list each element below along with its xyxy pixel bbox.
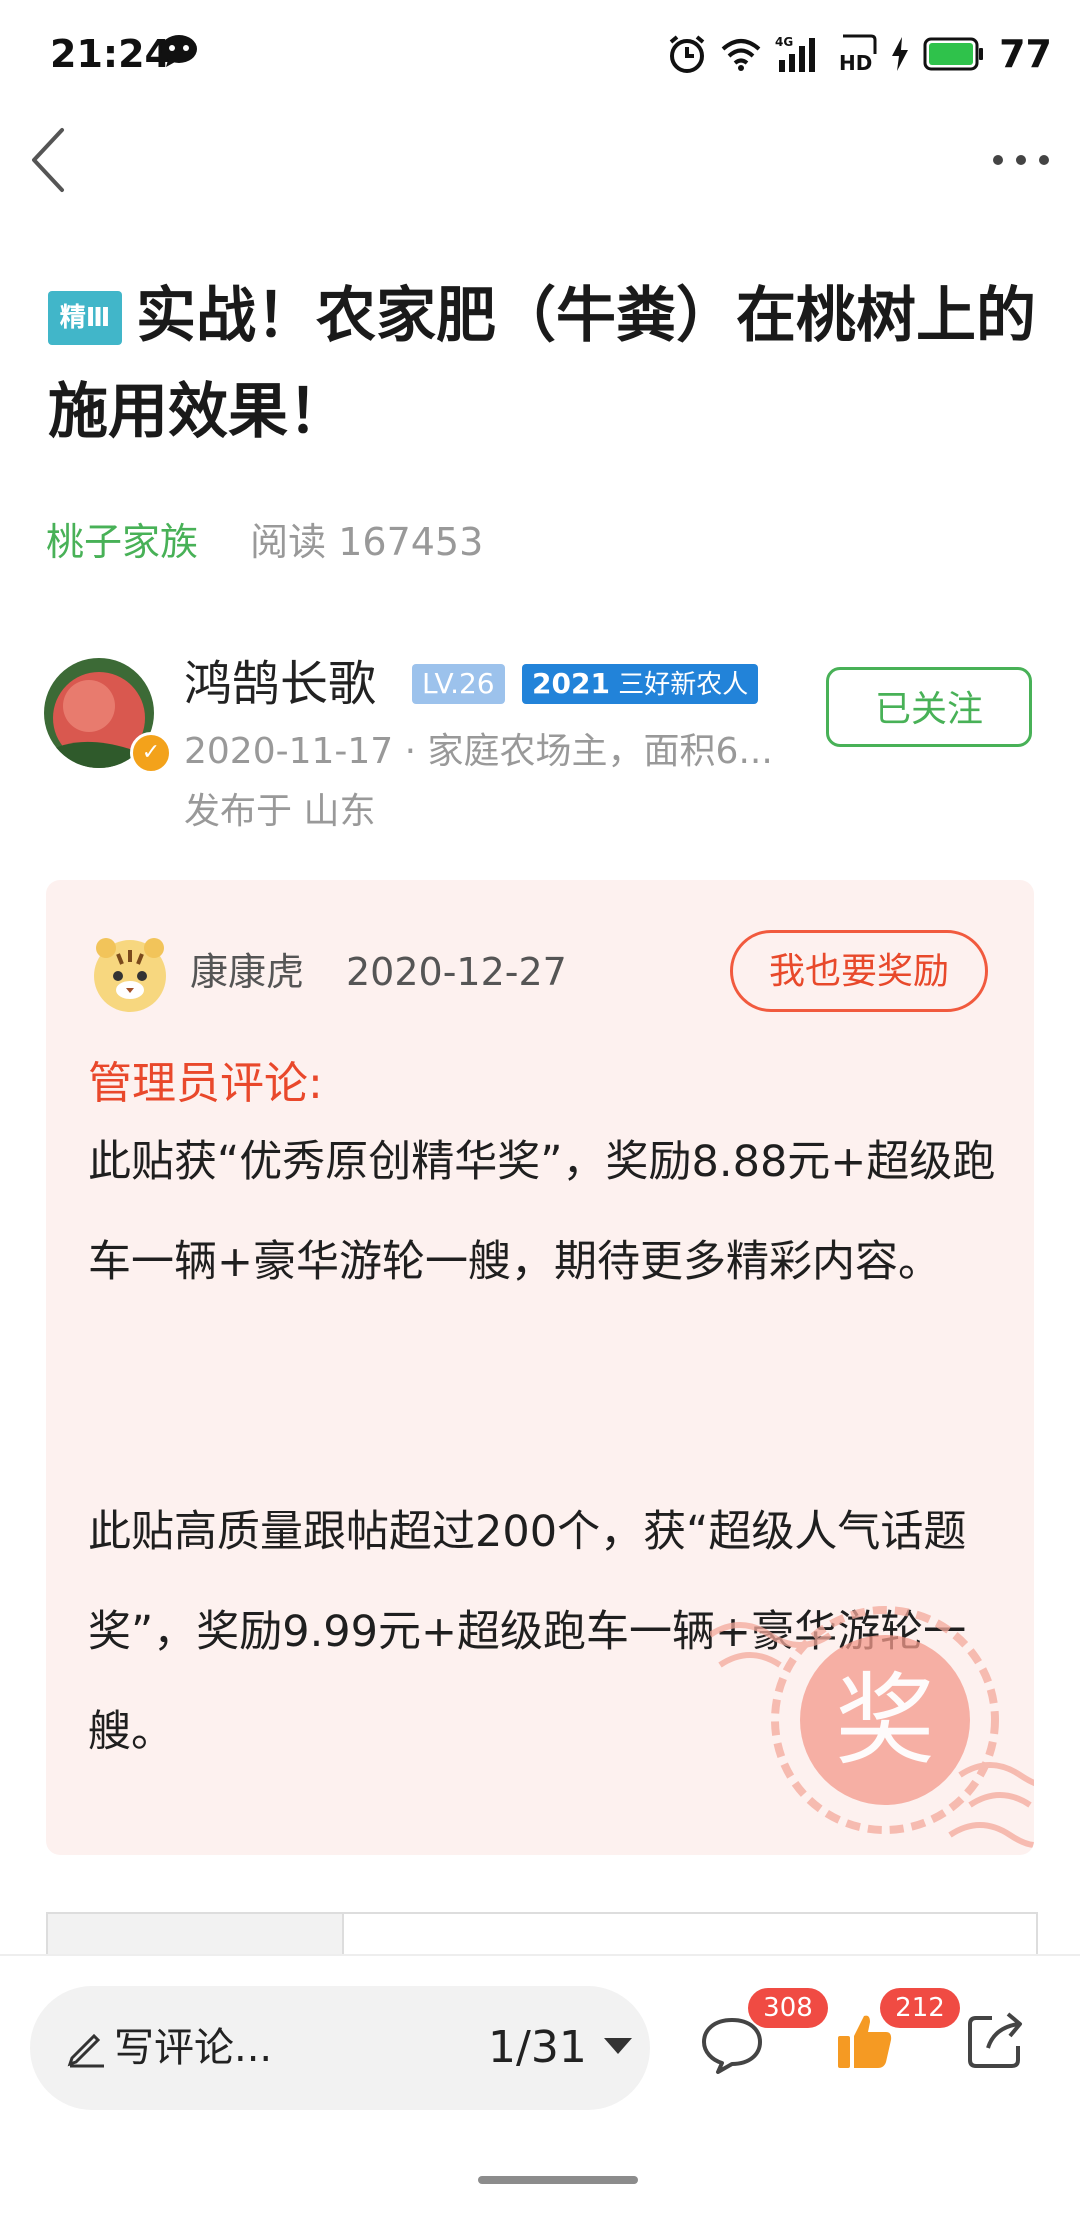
follow-button[interactable]: 已关注 bbox=[826, 667, 1032, 747]
bottom-action-bar: 写评论... 1/31 308 212 bbox=[0, 1954, 1080, 2234]
page-indicator[interactable]: 1/31 bbox=[488, 2014, 587, 2082]
comment-count-badge: 308 bbox=[748, 1988, 828, 2028]
status-icons: 4G HD 77 bbox=[667, 28, 1052, 80]
read-count: 167453 bbox=[338, 520, 484, 564]
alarm-icon bbox=[669, 35, 705, 73]
admin-comment-label: 管理员评论: bbox=[88, 1058, 323, 1109]
cellular-signal-icon: 4G bbox=[775, 35, 816, 72]
award-stamp-icon: 奖 bbox=[710, 1606, 1034, 1848]
back-arrow-icon[interactable] bbox=[26, 120, 86, 200]
more-options-icon[interactable] bbox=[986, 130, 1056, 190]
topic-tag[interactable]: 桃子家族 bbox=[46, 520, 198, 564]
comment-placeholder: 写评论... bbox=[114, 2025, 273, 2071]
wifi-icon bbox=[721, 39, 761, 71]
level-badge: LV.26 bbox=[412, 664, 505, 704]
read-count-block: 阅读 167453 bbox=[250, 520, 483, 564]
admin-comment-card: 康康虎 2020-12-27 我也要奖励 管理员评论: 此贴获“优秀原创精华奖”… bbox=[46, 880, 1034, 1855]
post-title: 实战！农家肥（牛粪）在桃树上的施用效果！ bbox=[48, 281, 1036, 447]
author-meta: 2020-11-17 · 家庭农场主，面积6... bbox=[184, 731, 773, 772]
reward-button[interactable]: 我也要奖励 bbox=[730, 930, 988, 1012]
essence-badge: 精Ⅲ bbox=[48, 291, 122, 345]
admin-comment-date: 2020-12-27 bbox=[346, 950, 567, 994]
post-title-block: 精Ⅲ 实战！农家肥（牛粪）在桃树上的施用效果！ bbox=[48, 268, 1038, 460]
chevron-down-icon[interactable] bbox=[604, 2038, 632, 2054]
post-meta: 桃子家族 阅读 167453 bbox=[46, 512, 483, 572]
battery-icon bbox=[923, 37, 984, 71]
battery-level: 77 bbox=[999, 32, 1052, 76]
like-count-badge: 212 bbox=[880, 1988, 960, 2028]
author-name[interactable]: 鸿鹄长歌 bbox=[184, 652, 376, 716]
stamp-text: 奖 bbox=[835, 1662, 935, 1779]
tiger-avatar bbox=[94, 938, 166, 1012]
network-type-label: 4G bbox=[775, 35, 793, 49]
comment-input[interactable]: 写评论... 1/31 bbox=[30, 1986, 650, 2110]
status-time: 21:24 bbox=[50, 32, 171, 76]
honor-text: 三好新农人 bbox=[618, 670, 749, 700]
honor-year: 2021 bbox=[532, 667, 610, 700]
share-icon[interactable] bbox=[966, 2010, 1026, 2070]
hd-call-icon: HD bbox=[839, 34, 877, 74]
admin-name[interactable]: 康康虎 bbox=[190, 942, 304, 1002]
pen-icon bbox=[67, 2033, 104, 2068]
verified-icon: ✓ bbox=[130, 732, 172, 774]
admin-comment-paragraph: 此贴获“优秀原创精华奖”，奖励8.88元+超级跑车一辆+豪华游轮一艘，期待更多精… bbox=[88, 1137, 996, 1287]
home-indicator[interactable] bbox=[478, 2176, 638, 2184]
svg-text:HD: HD bbox=[839, 51, 872, 74]
charging-icon bbox=[892, 37, 909, 71]
read-label: 阅读 bbox=[250, 520, 327, 564]
honor-badge: 2021 三好新农人 bbox=[522, 664, 759, 704]
chat-notification-icon bbox=[161, 35, 197, 67]
author-location: 发布于 山东 bbox=[184, 791, 376, 832]
